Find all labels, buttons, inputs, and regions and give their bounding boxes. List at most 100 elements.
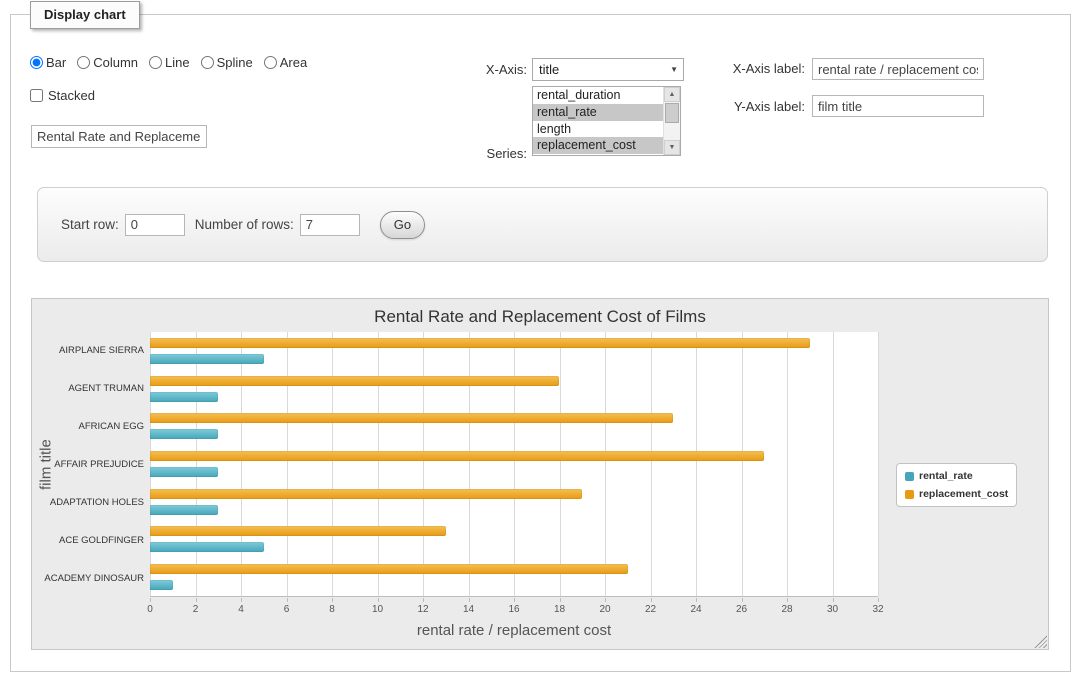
- y-axis-label-input[interactable]: [812, 95, 984, 117]
- series-option-rental_duration[interactable]: rental_duration: [533, 87, 663, 104]
- chart-type-radio-area[interactable]: [264, 56, 277, 69]
- resize-handle-icon[interactable]: [1034, 635, 1047, 648]
- tick-mark: [287, 598, 288, 602]
- x-tick-label: 12: [417, 604, 428, 615]
- y-axis-label-field-label: Y-Axis label:: [711, 99, 805, 114]
- series-option-length[interactable]: length: [533, 121, 663, 138]
- x-tick-label: 0: [147, 604, 153, 615]
- x-tick-label: 30: [827, 604, 838, 615]
- category-label: AFRICAN EGG: [32, 408, 144, 446]
- chart-type-radios: Bar Column Line Spline Area: [30, 55, 307, 70]
- scrollbar-thumb[interactable]: [665, 103, 679, 123]
- tick-mark: [696, 598, 697, 602]
- bar-group-agent-truman: [150, 370, 878, 408]
- bar-replacement_cost: [150, 376, 559, 386]
- x-axis-tick-labels: 02468101214161820222426283032: [150, 604, 878, 616]
- x-tick-label: 2: [193, 604, 199, 615]
- x-tick-label: 14: [463, 604, 474, 615]
- x-axis-selected-value: title: [539, 62, 559, 77]
- number-of-rows-input[interactable]: [300, 214, 360, 236]
- x-tick-label: 10: [372, 604, 383, 615]
- tick-mark: [560, 598, 561, 602]
- display-chart-panel: Display chart BarColumnLineSplineArea St…: [10, 14, 1071, 672]
- x-axis-label-field-label: X-Axis label:: [711, 61, 805, 76]
- x-tick-label: 32: [872, 604, 883, 615]
- x-tick-label: 4: [238, 604, 244, 615]
- chart-type-radio-spline[interactable]: [201, 56, 214, 69]
- chart-title: Rental Rate and Replacement Cost of Film…: [32, 307, 1048, 327]
- chart-type-radio-bar[interactable]: [30, 56, 43, 69]
- tick-mark: [469, 598, 470, 602]
- row-range-panel: Start row: Number of rows: Go: [37, 187, 1048, 262]
- chart-type-label: Area: [280, 55, 307, 70]
- x-axis-label-input[interactable]: [812, 58, 984, 80]
- tick-mark: [332, 598, 333, 602]
- tick-mark: [423, 598, 424, 602]
- legend-swatch-icon: [905, 490, 914, 499]
- category-label: ACADEMY DINOSAUR: [32, 559, 144, 597]
- stacked-checkbox-row[interactable]: Stacked: [30, 88, 95, 103]
- scroll-up-icon[interactable]: ▲: [664, 87, 680, 102]
- x-tick-label: 20: [599, 604, 610, 615]
- chart-type-option-column[interactable]: Column: [77, 55, 138, 70]
- bars-layer: [150, 332, 878, 596]
- chart-type-option-line[interactable]: Line: [149, 55, 190, 70]
- chart-type-option-bar[interactable]: Bar: [30, 55, 66, 70]
- category-label: AIRPLANE SIERRA: [32, 332, 144, 370]
- series-listbox-options: rental_durationrental_ratelengthreplacem…: [533, 87, 663, 155]
- bar-group-african-egg: [150, 407, 878, 445]
- tick-mark: [514, 598, 515, 602]
- number-of-rows-label: Number of rows:: [195, 217, 294, 232]
- series-option-replacement_cost[interactable]: replacement_cost: [533, 137, 663, 154]
- tick-mark: [833, 598, 834, 602]
- chart-container: Rental Rate and Replacement Cost of Film…: [31, 298, 1049, 650]
- chart-type-option-spline[interactable]: Spline: [201, 55, 253, 70]
- bar-rental_rate: [150, 580, 173, 590]
- start-row-label: Start row:: [61, 217, 119, 232]
- category-label: ACE GOLDFINGER: [32, 521, 144, 559]
- bar-replacement_cost: [150, 526, 446, 536]
- plot-area: [150, 332, 878, 597]
- category-label: AFFAIR PREJUDICE: [32, 446, 144, 484]
- bar-group-ace-goldfinger: [150, 521, 878, 559]
- x-axis-field-label: X-Axis:: [435, 62, 527, 77]
- category-axis-labels: AIRPLANE SIERRAAGENT TRUMANAFRICAN EGGAF…: [32, 332, 144, 597]
- go-button[interactable]: Go: [380, 211, 425, 239]
- tick-mark: [378, 598, 379, 602]
- category-label: AGENT TRUMAN: [32, 370, 144, 408]
- series-field-label: Series:: [435, 146, 527, 161]
- scroll-down-icon[interactable]: ▼: [664, 140, 680, 155]
- chevron-down-icon: ▼: [670, 65, 678, 74]
- legend-label: replacement_cost: [919, 488, 1008, 500]
- legend-item-replacement_cost[interactable]: replacement_cost: [905, 488, 1008, 500]
- bar-group-adaptation-holes: [150, 483, 878, 521]
- bar-rental_rate: [150, 542, 264, 552]
- series-listbox-scrollbar[interactable]: ▲ ▼: [663, 87, 680, 155]
- bar-rental_rate: [150, 354, 264, 364]
- stacked-checkbox[interactable]: [30, 89, 43, 102]
- x-tick-label: 28: [781, 604, 792, 615]
- chart-type-label: Column: [93, 55, 138, 70]
- series-listbox[interactable]: rental_durationrental_ratelengthreplacem…: [532, 86, 681, 156]
- legend-item-rental_rate[interactable]: rental_rate: [905, 470, 1008, 482]
- chart-type-option-area[interactable]: Area: [264, 55, 307, 70]
- tick-mark: [241, 598, 242, 602]
- panel-title: Display chart: [30, 1, 140, 29]
- x-tick-label: 6: [284, 604, 290, 615]
- series-option-rental_rate[interactable]: rental_rate: [533, 104, 663, 121]
- chart-type-radio-line[interactable]: [149, 56, 162, 69]
- x-axis-title: rental rate / replacement cost: [150, 622, 878, 639]
- bar-group-airplane-sierra: [150, 332, 878, 370]
- bar-rental_rate: [150, 429, 218, 439]
- start-row-input[interactable]: [125, 214, 185, 236]
- tick-mark: [605, 598, 606, 602]
- bar-replacement_cost: [150, 564, 628, 574]
- x-tick-label: 16: [508, 604, 519, 615]
- chart-title-input[interactable]: [31, 125, 207, 148]
- chart-type-radio-column[interactable]: [77, 56, 90, 69]
- tick-mark: [150, 598, 151, 602]
- bar-replacement_cost: [150, 451, 764, 461]
- category-label: ADAPTATION HOLES: [32, 483, 144, 521]
- x-axis-select[interactable]: title ▼: [532, 58, 684, 81]
- chart-type-label: Spline: [217, 55, 253, 70]
